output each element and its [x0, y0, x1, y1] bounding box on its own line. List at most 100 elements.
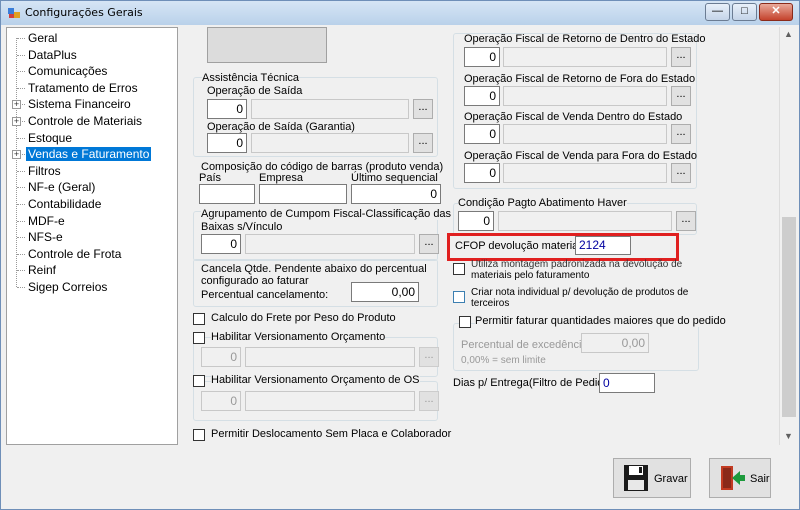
gravar-button[interactable]: Gravar: [613, 458, 691, 498]
op-retorno-fora-description: [503, 86, 667, 106]
montagem-checkbox[interactable]: [453, 263, 465, 275]
op-venda-dentro-lookup-button[interactable]: ...: [671, 124, 691, 144]
tree-expand-icon[interactable]: +: [12, 100, 21, 110]
tree-branch-line: [17, 137, 25, 139]
excedencia-field[interactable]: 0,00: [581, 333, 649, 353]
ultimo-label: Último sequencial: [351, 172, 438, 184]
cupom-description: [245, 234, 415, 254]
tree-item-label: Contabilidade: [28, 197, 102, 211]
tree-item-dataplus[interactable]: DataPlus: [26, 47, 79, 63]
op-venda-dentro-field[interactable]: 0: [464, 124, 500, 144]
tree-item-mdf-e[interactable]: MDF-e: [26, 213, 67, 229]
faturar-checkbox[interactable]: [459, 316, 471, 328]
tree-item-controle-de-materiais[interactable]: Controle de Materiais: [26, 113, 144, 129]
frete-checkbox[interactable]: [193, 313, 205, 325]
deslocamento-checkbox[interactable]: [193, 429, 205, 441]
ultimo-field[interactable]: 0: [351, 184, 441, 204]
tree-item-controle-de-frota[interactable]: Controle de Frota: [26, 246, 123, 262]
tree-item-tratamento-de-erros[interactable]: Tratamento de Erros: [26, 80, 140, 96]
garantia-description: [251, 133, 409, 153]
cfop-label: CFOP devolução materiais:: [455, 240, 590, 252]
tree-item-label: MDF-e: [28, 213, 65, 228]
condicao-description: [498, 211, 672, 231]
tree-branch-line: [17, 253, 25, 255]
pais-field[interactable]: [199, 184, 255, 204]
exit-door-icon: [721, 466, 745, 490]
tree-item-label: DataPlus: [28, 47, 77, 62]
garantia-lookup-button[interactable]: ...: [413, 133, 433, 153]
tree-item-filtros[interactable]: Filtros: [26, 163, 63, 179]
empresa-field[interactable]: [259, 184, 347, 204]
tree-item-label: Sistema Financeiro: [28, 97, 131, 112]
op-venda-fora-field[interactable]: 0: [464, 163, 500, 183]
op-retorno-fora-lookup-button[interactable]: ...: [671, 86, 691, 106]
gravar-label: Gravar: [654, 473, 688, 485]
percentual-cancelamento-label: Percentual cancelamento:: [201, 289, 329, 301]
tree-item-estoque[interactable]: Estoque: [26, 130, 74, 146]
empresa-label: Empresa: [259, 172, 304, 184]
op-retorno-dentro-lookup-button[interactable]: ...: [671, 47, 691, 67]
cupom-lookup-button[interactable]: ...: [419, 234, 439, 254]
op-venda-fora-lookup-button[interactable]: ...: [671, 163, 691, 183]
tree-branch-line: [17, 270, 25, 272]
deslocamento-label: Permitir Deslocamento Sem Placa e Colabo…: [211, 428, 452, 440]
excedencia-hint: 0,00% = sem limite: [461, 355, 546, 366]
criar-nota-checkbox[interactable]: [453, 291, 465, 303]
maximize-button[interactable]: □: [732, 3, 757, 21]
frete-label: Calculo do Frete por Peso do Produto: [211, 312, 396, 324]
dias-entrega-field[interactable]: 0: [599, 373, 655, 393]
tree-branch-line: [17, 220, 25, 222]
saida-lookup-button[interactable]: ...: [413, 99, 433, 119]
vertical-scrollbar[interactable]: ▲ ▼: [779, 27, 797, 445]
versionamento-description: [245, 347, 415, 367]
versionamento-os-field[interactable]: 0: [201, 391, 241, 411]
tree-expand-icon[interactable]: +: [12, 150, 21, 160]
tree-branch-line: [17, 287, 25, 288]
cancela-line-1: Cancela Qtde. Pendente abaixo do percent…: [201, 263, 427, 275]
tree-item-label: Filtros: [28, 163, 61, 178]
tree-item-contabilidade[interactable]: Contabilidade: [26, 196, 103, 212]
sair-button[interactable]: Sair: [709, 458, 771, 498]
versionamento-os-description: [245, 391, 415, 411]
tree-item-geral[interactable]: Geral: [26, 30, 59, 46]
garantia-field[interactable]: 0: [207, 133, 247, 153]
tree-item-comunica-es[interactable]: Comunicações: [26, 63, 109, 79]
cfop-field[interactable]: 2124: [575, 236, 631, 255]
montagem-line-1: Utiliza montagem padronizada na devoluçã…: [471, 259, 683, 270]
tree-item-label: Sigep Correios: [28, 280, 108, 294]
settings-tree: Geral DataPlus Comunicações Tratamento de E…: [6, 27, 178, 445]
tree-expand-icon[interactable]: +: [12, 117, 21, 126]
tree-item-nf-e-geral-[interactable]: NF-e (Geral): [26, 179, 97, 195]
op-retorno-dentro-field[interactable]: 0: [464, 47, 500, 67]
tree-item-label: Vendas e Faturamento: [26, 147, 152, 162]
scroll-up-arrow-icon[interactable]: ▲: [784, 29, 793, 39]
condicao-field[interactable]: 0: [458, 211, 494, 231]
cupom-field[interactable]: 0: [201, 234, 241, 254]
scroll-down-arrow-icon[interactable]: ▼: [784, 431, 793, 441]
close-button[interactable]: ✕: [759, 3, 793, 21]
tree-item-sistema-financeiro[interactable]: Sistema Financeiro: [26, 96, 133, 112]
op-venda-fora-description: [503, 163, 667, 183]
settings-window: Configurações Gerais — □ ✕ Geral DataPlus…: [0, 0, 800, 510]
versionamento-os-lookup-button[interactable]: ...: [419, 391, 439, 411]
saida-field[interactable]: 0: [207, 99, 247, 119]
op-venda-dentro-description: [503, 124, 667, 144]
versionamento-checkbox[interactable]: [193, 332, 205, 344]
scroll-thumb[interactable]: [782, 217, 796, 417]
percentual-cancelamento-field[interactable]: 0,00: [351, 282, 419, 302]
tree-item-sigep-correios[interactable]: Sigep Correios: [26, 279, 109, 295]
op-retorno-fora-field[interactable]: 0: [464, 86, 500, 106]
tree-item-nfs-e[interactable]: NFS-e: [26, 229, 65, 245]
tree-item-reinf[interactable]: Reinf: [26, 262, 58, 278]
versionamento-lookup-button[interactable]: ...: [419, 347, 439, 367]
criar-nota-line-2: terceiros: [471, 298, 510, 309]
faturar-label: Permitir faturar quantidades maiores que…: [475, 315, 726, 327]
tree-item-vendas-e-faturamento[interactable]: Vendas e Faturamento: [26, 146, 152, 162]
versionamento-os-checkbox[interactable]: [193, 375, 205, 387]
minimize-button[interactable]: —: [705, 3, 730, 21]
versionamento-field[interactable]: 0: [201, 347, 241, 367]
op-retorno-dentro-label: Operação Fiscal de Retorno de Dentro do …: [464, 33, 706, 45]
cancela-line-2: configurado ao faturar: [201, 275, 309, 287]
condicao-lookup-button[interactable]: ...: [676, 211, 696, 231]
versionamento-label: Habilitar Versionamento Orçamento: [211, 331, 386, 343]
